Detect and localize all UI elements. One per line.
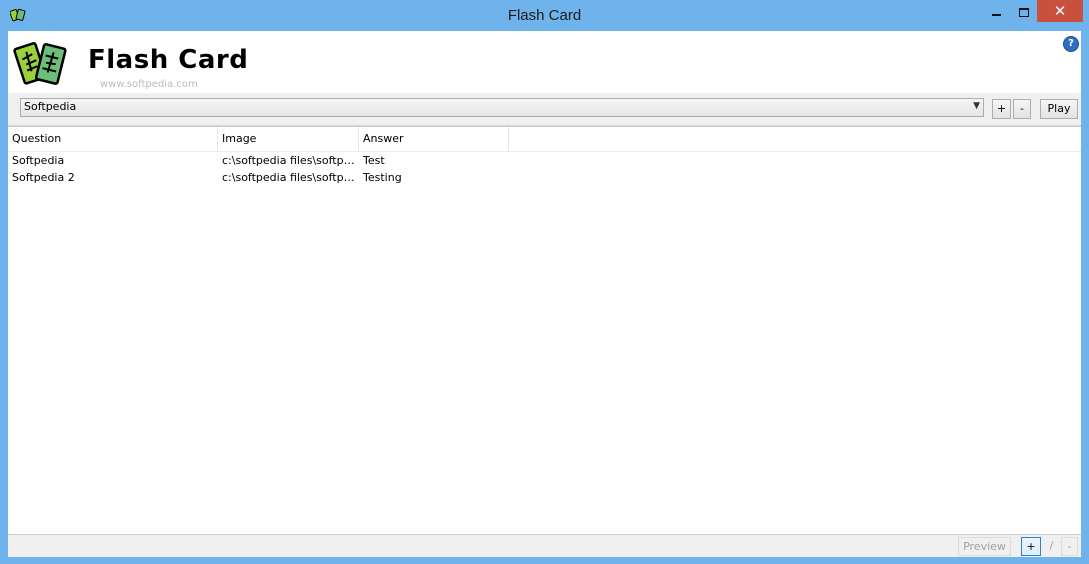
card-action-bar: Preview + / - bbox=[8, 534, 1081, 557]
app-header: Flash Card www.softpedia.com ? bbox=[8, 31, 1081, 93]
cell-question: Softpedia 2 bbox=[12, 171, 75, 184]
maximize-icon bbox=[1019, 8, 1029, 17]
deck-toolbar: Softpedia ▼ + - Play bbox=[8, 93, 1081, 126]
column-header-image[interactable]: Image bbox=[218, 127, 359, 151]
column-header-question[interactable]: Question bbox=[8, 127, 218, 151]
remove-card-button[interactable]: - bbox=[1061, 537, 1078, 556]
add-card-button[interactable]: + bbox=[1021, 537, 1041, 556]
cell-answer: Test bbox=[363, 154, 385, 167]
table-row[interactable]: Softpedia c:\softpedia files\softpe... T… bbox=[8, 152, 1081, 169]
help-icon[interactable]: ? bbox=[1063, 36, 1079, 52]
title-bar[interactable]: Flash Card ✕ bbox=[0, 0, 1089, 31]
cell-answer: Testing bbox=[363, 171, 402, 184]
maximize-button[interactable] bbox=[1010, 0, 1038, 22]
add-deck-button[interactable]: + bbox=[992, 99, 1011, 119]
edit-card-button[interactable]: / bbox=[1043, 537, 1060, 556]
deck-select[interactable]: Softpedia ▼ bbox=[20, 98, 984, 117]
cell-question: Softpedia bbox=[12, 154, 65, 167]
chevron-down-icon: ▼ bbox=[973, 101, 980, 111]
cell-image: c:\softpedia files\softpe... bbox=[222, 154, 359, 167]
flash-card-logo-icon bbox=[13, 42, 67, 85]
app-title: Flash Card bbox=[88, 45, 249, 75]
minimize-icon bbox=[991, 14, 1001, 16]
deck-select-value: Softpedia bbox=[24, 100, 77, 113]
card-list[interactable]: Question Image Answer Softpedia c:\softp… bbox=[8, 126, 1081, 535]
watermark: www.softpedia.com bbox=[100, 79, 198, 90]
minimize-button[interactable] bbox=[982, 0, 1010, 22]
cell-image: c:\softpedia files\softpe... bbox=[222, 171, 359, 184]
column-header-answer[interactable]: Answer bbox=[359, 127, 509, 151]
remove-deck-button[interactable]: - bbox=[1013, 99, 1031, 119]
list-header: Question Image Answer bbox=[8, 127, 1081, 152]
preview-button[interactable]: Preview bbox=[958, 537, 1011, 556]
client-area: Flash Card www.softpedia.com ? Softpedia… bbox=[8, 31, 1081, 557]
table-row[interactable]: Softpedia 2 c:\softpedia files\softpe...… bbox=[8, 169, 1081, 186]
window-title: Flash Card bbox=[507, 7, 582, 24]
close-button[interactable]: ✕ bbox=[1037, 0, 1083, 22]
close-icon: ✕ bbox=[1053, 2, 1067, 20]
play-button[interactable]: Play bbox=[1040, 99, 1078, 119]
